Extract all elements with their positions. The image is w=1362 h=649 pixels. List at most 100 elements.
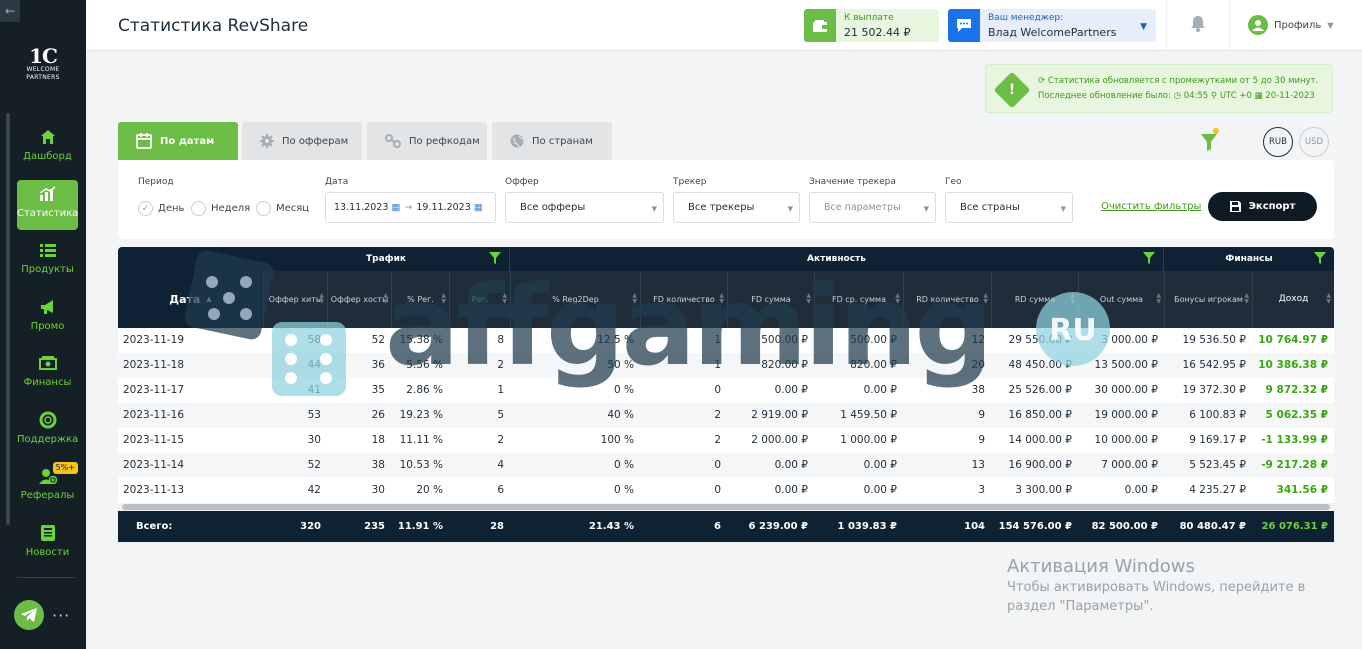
total-cell: 28: [490, 521, 504, 532]
column-header-date[interactable]: Дата ▲: [118, 271, 263, 328]
filter-icon[interactable]: [1200, 128, 1220, 156]
profile-menu[interactable]: Профиль ▼: [1248, 15, 1333, 35]
sidebar-item-finance[interactable]: Финансы: [17, 349, 78, 399]
tracker-select[interactable]: Все трекеры ▼: [673, 192, 800, 223]
period-day-radio[interactable]: ✓ День: [138, 201, 184, 216]
sidebar-item-news[interactable]: Новости: [17, 519, 78, 569]
column-header[interactable]: Доход ▲ ▼: [1252, 271, 1334, 328]
tab-by-countries[interactable]: По странам: [492, 122, 612, 160]
filters-panel: Период ✓ День Неделя Месяц Дата 13.11.202…: [118, 160, 1334, 239]
column-header[interactable]: FD сумма ▲ ▼: [727, 271, 814, 328]
gear-icon: [260, 134, 274, 148]
sort-icon[interactable]: ▲ ▼: [502, 293, 507, 305]
telegram-icon[interactable]: [14, 600, 44, 630]
column-header[interactable]: Оффер хосты ▲ ▼: [327, 271, 391, 328]
sidebar-item-referrals[interactable]: Рефералы 5%+: [17, 462, 78, 512]
table-cell: 30 000.00 ₽: [1094, 384, 1158, 396]
currency-rub-button[interactable]: RUB: [1263, 127, 1293, 157]
sort-icon[interactable]: ▲ ▼: [441, 293, 446, 305]
more-button[interactable]: ···: [52, 606, 70, 625]
filter-icon[interactable]: [1143, 252, 1155, 264]
manager-label: Ваш менеджер:: [988, 13, 1064, 23]
column-header[interactable]: FD ср. сумма ▲ ▼: [814, 271, 903, 328]
tracker-value-select[interactable]: Все параметры ▼: [809, 192, 936, 223]
clear-filters-link[interactable]: Очистить фильтры: [1101, 201, 1201, 212]
collapse-sidebar-button[interactable]: ←: [0, 0, 20, 22]
chevron-down-icon: ▼: [1327, 20, 1334, 30]
globe-icon: [510, 134, 524, 148]
table-row[interactable]: 2023-11-14 52 38 10.53 % 4 0 % 0 0.00 ₽ 0.00 ₽ 13…: [118, 453, 1334, 478]
table-cell: 30: [307, 434, 321, 446]
sidebar-item-promo[interactable]: Промо: [17, 293, 78, 343]
scrollbar-thumb[interactable]: [122, 504, 1330, 510]
table-cell: 19 000.00 ₽: [1094, 409, 1158, 421]
totals-row: Всего: 320 235 11.91 % 28 21.43 % 6 6 239.00 ₽…: [118, 511, 1334, 542]
total-cell: 1 039.83 ₽: [837, 521, 897, 532]
sort-icon[interactable]: ▲ ▼: [632, 293, 637, 305]
table-cell: 3 300.00 ₽: [1015, 484, 1072, 496]
column-header[interactable]: Бонусы игрокам ▲ ▼: [1164, 271, 1252, 328]
filter-icon[interactable]: [489, 252, 501, 264]
manager-dropdown[interactable]: Ваш менеджер: Влад WelcomePartners ▼: [948, 9, 1156, 42]
sort-icon[interactable]: ▲ ▼: [1070, 293, 1075, 305]
column-header[interactable]: RD сумма ▲ ▼: [991, 271, 1078, 328]
currency-usd-button[interactable]: USD: [1299, 127, 1329, 157]
table-cell: 38: [371, 459, 385, 471]
table-cell: 2: [714, 409, 721, 421]
page-title: Статистика RevShare: [118, 16, 309, 36]
cell-date: 2023-11-17: [123, 384, 185, 396]
table-cell: 14 000.00 ₽: [1008, 434, 1072, 446]
sidebar-item-products[interactable]: Продукты: [17, 236, 78, 286]
date-range-input[interactable]: 13.11.2023 ▦ → 19.11.2023 ▦: [325, 192, 496, 223]
table-row[interactable]: 2023-11-15 30 18 11.11 % 2 100 % 2 2 000.00 ₽ 1 …: [118, 428, 1334, 453]
table-row[interactable]: 2023-11-17 41 35 2.86 % 1 0 % 0 0.00 ₽ 0.00 ₽ 38 2…: [118, 378, 1334, 403]
column-header[interactable]: RD количество ▲ ▼: [903, 271, 991, 328]
table-cell: 52: [371, 334, 385, 346]
radio-circle: [191, 201, 206, 216]
table-row[interactable]: 2023-11-16 53 26 19.23 % 5 40 % 2 2 919.00 ₽ 1 4…: [118, 403, 1334, 428]
column-header[interactable]: Рег. ▲ ▼: [449, 271, 510, 328]
table-row[interactable]: 2023-11-18 44 36 5.56 % 2 50 % 1 820.00 ₽ 820.00…: [118, 353, 1334, 378]
sidebar-scrollbar[interactable]: [6, 113, 10, 525]
arrow-right-icon: →: [404, 202, 413, 213]
pin-icon: ⚲: [1210, 91, 1220, 101]
column-header[interactable]: Оффер хиты ▲ ▼: [263, 271, 327, 328]
table-cell: 341.56 ₽: [1276, 484, 1328, 496]
sort-icon[interactable]: ▲ ▼: [1326, 293, 1331, 305]
sidebar-item-support[interactable]: Поддержка: [17, 406, 78, 456]
cell-date: 2023-11-19: [123, 334, 185, 346]
tab-by-dates[interactable]: По датам: [118, 122, 238, 160]
column-header[interactable]: Out сумма ▲ ▼: [1078, 271, 1164, 328]
table-row[interactable]: 2023-11-13 42 30 20 % 6 0 % 0 0.00 ₽ 0.00 ₽ 3 3 30…: [118, 478, 1334, 503]
export-button[interactable]: Экспорт: [1208, 192, 1317, 221]
sort-icon[interactable]: ▲ ▼: [1244, 293, 1249, 305]
sort-icon[interactable]: ▲ ▼: [806, 293, 811, 305]
offer-select[interactable]: Все офферы ▼: [505, 192, 664, 223]
payout-widget[interactable]: К выплате 21 502.44 ₽: [804, 9, 939, 42]
horizontal-scrollbar[interactable]: [118, 503, 1334, 511]
table-cell: 52: [307, 459, 321, 471]
table-row[interactable]: 2023-11-19 58 52 15.38 % 8 12.5 % 1 500.00 ₽ 500…: [118, 328, 1334, 353]
period-week-radio[interactable]: Неделя: [191, 201, 250, 216]
tab-by-offers[interactable]: По офферам: [242, 122, 362, 160]
sort-icon[interactable]: ▲ ▼: [983, 293, 988, 305]
filter-icon[interactable]: [1314, 252, 1326, 264]
sort-icon[interactable]: ▲ ▼: [895, 293, 900, 305]
sidebar-item-dashboard[interactable]: Дашборд: [17, 123, 78, 173]
sidebar-item-statistics[interactable]: Статистика: [17, 180, 78, 230]
total-cell: 80 480.47 ₽: [1179, 521, 1246, 532]
bell-icon[interactable]: [1191, 16, 1205, 36]
sort-icon[interactable]: ▲ ▼: [383, 293, 388, 305]
geo-select[interactable]: Все страны ▼: [945, 192, 1073, 223]
column-header[interactable]: % Reg2Dep ▲ ▼: [510, 271, 640, 328]
period-month-radio[interactable]: Месяц: [256, 201, 309, 216]
column-header[interactable]: % Рег. ▲ ▼: [391, 271, 449, 328]
sort-icon[interactable]: ▲ ▼: [719, 293, 724, 305]
column-header[interactable]: FD количество ▲ ▼: [640, 271, 727, 328]
referral-badge: 5%+: [52, 462, 78, 474]
tracker-value-label: Значение трекера: [809, 177, 896, 187]
sort-icon[interactable]: ▲ ▼: [1156, 293, 1161, 305]
tab-by-refcodes[interactable]: По рефкодам: [367, 122, 487, 160]
table-cell: 9 872.32 ₽: [1265, 384, 1328, 396]
sort-icon[interactable]: ▲ ▼: [319, 293, 324, 305]
